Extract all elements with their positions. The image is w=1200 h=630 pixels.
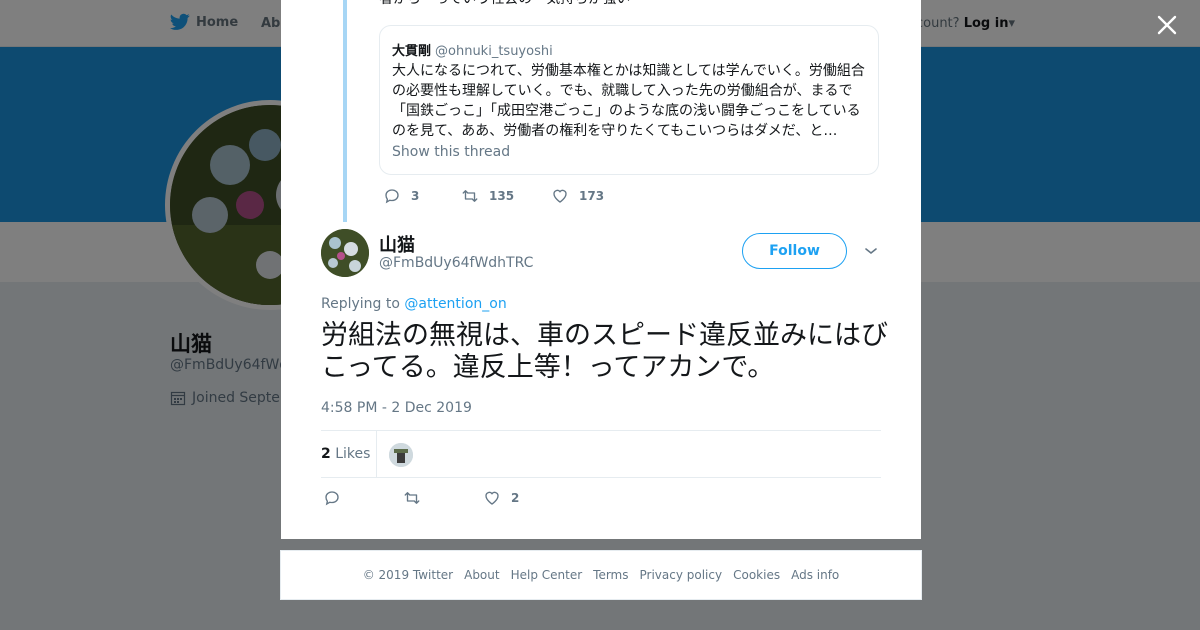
chevron-down-icon[interactable] — [863, 243, 879, 259]
reply-icon — [325, 491, 339, 506]
tweet-author-name[interactable]: 山猫 — [379, 231, 415, 257]
tweet-stats: 2 Likes — [321, 430, 881, 478]
footer-link-privacy[interactable]: Privacy policy — [640, 568, 723, 582]
avatar[interactable] — [321, 229, 369, 277]
thread-connector-line — [343, 0, 347, 222]
reply-action[interactable]: 3 — [383, 187, 461, 205]
liker-avatar-image — [389, 443, 413, 467]
close-icon[interactable] — [1154, 12, 1180, 38]
footer-link-ads-info[interactable]: Ads info — [791, 568, 839, 582]
footer-link-about[interactable]: About — [464, 568, 499, 582]
berries-thumbnail — [321, 229, 369, 277]
heart-icon — [485, 491, 499, 505]
like-action[interactable]: 2 — [483, 489, 519, 507]
tweet-author-handle[interactable]: @FmBdUy64fWdhTRC — [379, 255, 533, 271]
quoted-author-name: 大貫剛 — [392, 44, 432, 59]
reply-count: 3 — [411, 189, 420, 203]
footer-link-help-center[interactable]: Help Center — [511, 568, 583, 582]
quoted-tweet-text: 大人になるにつれて、労働基本権とかは知識としては学んでいく。労働組合の必要性も理… — [392, 63, 865, 139]
replying-to-link[interactable]: @attention_on — [404, 296, 506, 312]
replying-to: Replying to @attention_on — [321, 296, 507, 312]
replying-prefix: Replying to — [321, 296, 400, 312]
tweet-timestamp[interactable]: 4:58 PM - 2 Dec 2019 — [321, 400, 472, 416]
previous-tweet-actions: 3 135 173 — [383, 187, 604, 205]
retweet-count: 135 — [489, 189, 515, 203]
stats-divider — [376, 431, 377, 477]
reply-action[interactable] — [323, 489, 341, 507]
like-action[interactable]: 173 — [551, 187, 604, 205]
liker-avatar[interactable] — [389, 443, 413, 467]
quoted-author-handle: @ohnuki_tsuyoshi — [435, 44, 553, 59]
retweet-action[interactable] — [403, 489, 421, 507]
previous-tweet-text-tail: 者から～っていう社会の～気持ちが強い — [379, 0, 630, 8]
show-thread-link[interactable]: Show this thread — [392, 144, 866, 160]
retweet-icon — [404, 492, 420, 504]
heart-icon — [553, 189, 567, 203]
footer: © 2019 Twitter About Help Center Terms P… — [280, 550, 922, 600]
like-count: 173 — [579, 189, 605, 203]
likes-stat[interactable]: 2 Likes — [321, 446, 370, 462]
tweet-text: 労組法の無視は、車のスピード違反並みにはびこってる。違反上等！ってアカンで。 — [321, 320, 888, 383]
footer-link-terms[interactable]: Terms — [593, 568, 628, 582]
quoted-tweet[interactable]: 大貫剛 @ohnuki_tsuyoshi 大人になるにつれて、労働基本権とかは知識… — [379, 25, 879, 175]
retweet-icon — [462, 190, 478, 202]
footer-link-cookies[interactable]: Cookies — [733, 568, 780, 582]
retweet-action[interactable]: 135 — [461, 187, 551, 205]
likes-stat-label: Likes — [335, 446, 371, 462]
follow-button[interactable]: Follow — [742, 233, 847, 269]
like-count: 2 — [511, 491, 520, 505]
quoted-tweet-header: 大貫剛 @ohnuki_tsuyoshi — [392, 40, 866, 59]
reply-icon — [385, 189, 399, 204]
likes-stat-count: 2 — [321, 446, 331, 462]
tweet-modal: 者から～っていう社会の～気持ちが強い 大貫剛@ohnuki_tsuyoshi 大… — [281, 0, 921, 539]
footer-copyright: © 2019 Twitter — [362, 568, 454, 582]
